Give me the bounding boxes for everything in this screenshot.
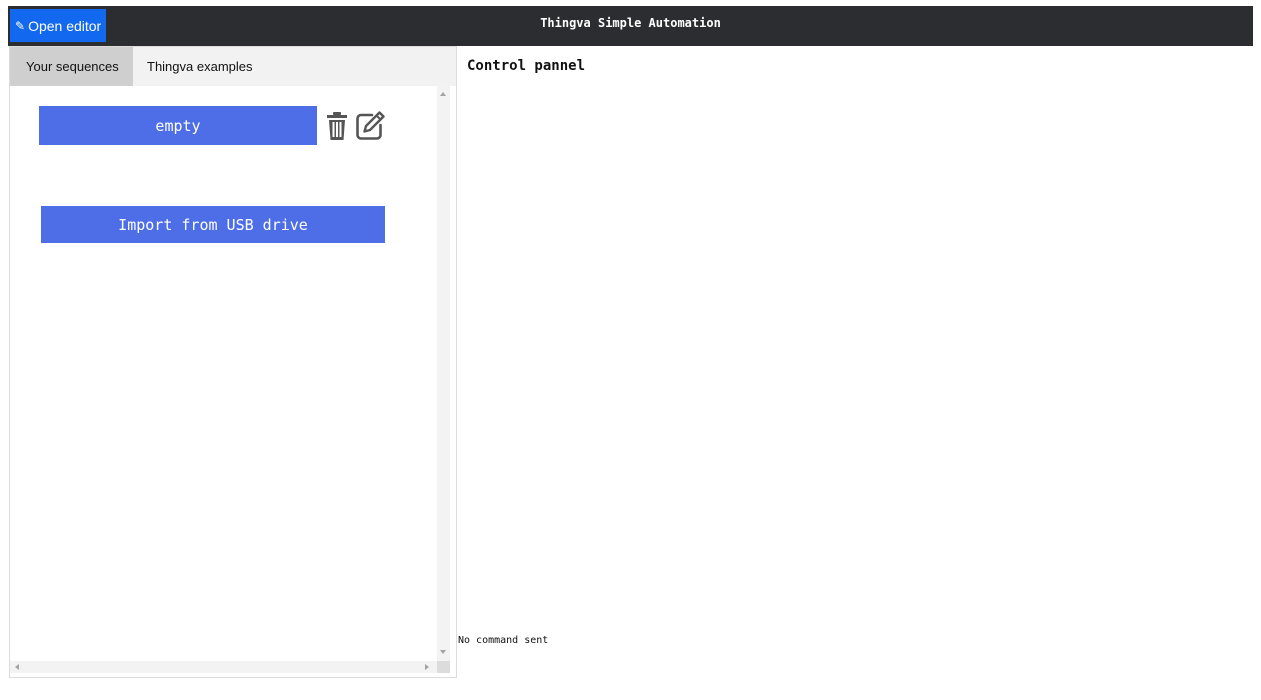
vertical-scrollbar[interactable] bbox=[437, 86, 450, 661]
edit-icon[interactable] bbox=[355, 110, 386, 141]
tab-bar: Your sequences Thingva examples bbox=[10, 47, 456, 86]
scroll-down-arrow-icon[interactable] bbox=[440, 650, 446, 654]
command-status: No command sent bbox=[458, 635, 549, 646]
page: ✎ Open editor Thingva Simple Automation … bbox=[0, 0, 1261, 700]
sequence-list: empty Import from USB drive bbox=[10, 86, 456, 677]
app-title: Thingva Simple Automation bbox=[540, 16, 721, 30]
horizontal-scrollbar[interactable] bbox=[10, 661, 437, 673]
sequences-panel: Your sequences Thingva examples empty Im… bbox=[9, 46, 457, 678]
sequence-button[interactable]: empty bbox=[39, 106, 317, 145]
trash-icon[interactable] bbox=[326, 111, 348, 141]
scroll-right-arrow-icon[interactable] bbox=[425, 664, 429, 670]
open-editor-label: Open editor bbox=[28, 17, 102, 34]
pencil-icon: ✎ bbox=[15, 18, 26, 33]
tab-your-sequences[interactable]: Your sequences bbox=[10, 47, 133, 86]
tab-thingva-examples[interactable]: Thingva examples bbox=[133, 47, 266, 86]
scroll-left-arrow-icon[interactable] bbox=[15, 664, 19, 670]
scroll-up-arrow-icon[interactable] bbox=[440, 92, 446, 96]
control-panel-title: Control pannel bbox=[467, 58, 586, 74]
top-bar: ✎ Open editor Thingva Simple Automation bbox=[8, 6, 1253, 46]
open-editor-button[interactable]: ✎ Open editor bbox=[10, 9, 107, 42]
scrollbar-corner bbox=[437, 661, 450, 673]
import-usb-button[interactable]: Import from USB drive bbox=[41, 206, 385, 243]
sequence-row: empty bbox=[39, 106, 386, 145]
